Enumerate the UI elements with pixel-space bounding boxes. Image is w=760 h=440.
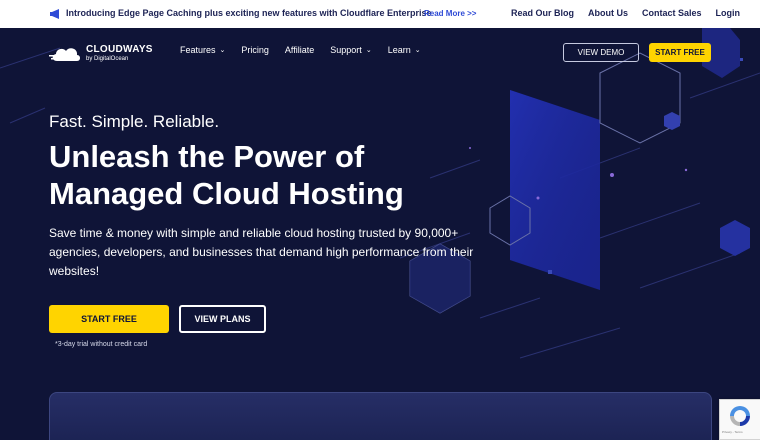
view-plans-button[interactable]: VIEW PLANS [179,305,266,333]
chevron-down-icon: ⌄ [219,47,226,54]
nav-support-label: Support [330,45,362,55]
login-link[interactable]: Login [716,8,741,18]
start-free-header-button[interactable]: START FREE [649,43,711,62]
hero-section: CLOUDWAYS by DigitalOcean Features ⌄ Pri… [0,28,760,440]
cloudways-logo[interactable]: CLOUDWAYS by DigitalOcean [49,42,179,68]
nav-affiliate[interactable]: Affiliate [285,45,314,55]
recaptcha-text: Privacy - Terms [722,430,743,434]
recaptcha-icon [730,406,750,426]
logo-subtext: by DigitalOcean [86,56,129,62]
read-our-blog-link[interactable]: Read Our Blog [511,8,574,18]
view-demo-button[interactable]: VIEW DEMO [563,43,639,62]
announcement-text: Introducing Edge Page Caching plus excit… [66,8,432,18]
logo-text: CLOUDWAYS [86,44,153,55]
contact-sales-link[interactable]: Contact Sales [642,8,702,18]
announcement-bar: Introducing Edge Page Caching plus excit… [0,0,760,28]
megaphone-icon [50,9,59,19]
recaptcha-badge[interactable]: Privacy - Terms [719,399,760,440]
hero-description: Save time & money with simple and reliab… [49,226,474,278]
nav-learn[interactable]: Learn ⌄ [388,45,421,55]
start-free-button[interactable]: START FREE [49,305,169,333]
chevron-down-icon: ⌄ [365,47,372,54]
cloud-logo-icon [49,48,80,61]
headline-line-2: Managed Cloud Hosting [49,176,404,211]
hero-headline: Unleash the Power of Managed Cloud Hosti… [49,138,469,212]
nav-learn-label: Learn [387,45,411,55]
nav-pricing[interactable]: Pricing [241,45,269,55]
nav-features-label: Features [180,45,216,55]
chevron-down-icon: ⌄ [414,47,421,54]
nav-features[interactable]: Features ⌄ [180,45,225,55]
hero-tagline: Fast. Simple. Reliable. [49,112,220,131]
headline-line-1: Unleash the Power of [49,139,365,174]
nav-pricing-label: Pricing [241,45,269,55]
read-more-link[interactable]: Read More >> [424,9,476,18]
nav-support[interactable]: Support ⌄ [330,45,371,55]
trial-note: *3-day trial without credit card [55,341,148,348]
feature-panel [49,392,712,440]
nav-affiliate-label: Affiliate [284,45,315,55]
main-nav: Features ⌄ Pricing Affiliate Support ⌄ L… [180,45,421,55]
top-links: Read Our Blog About Us Contact Sales Log… [511,8,740,18]
about-us-link[interactable]: About Us [588,8,628,18]
